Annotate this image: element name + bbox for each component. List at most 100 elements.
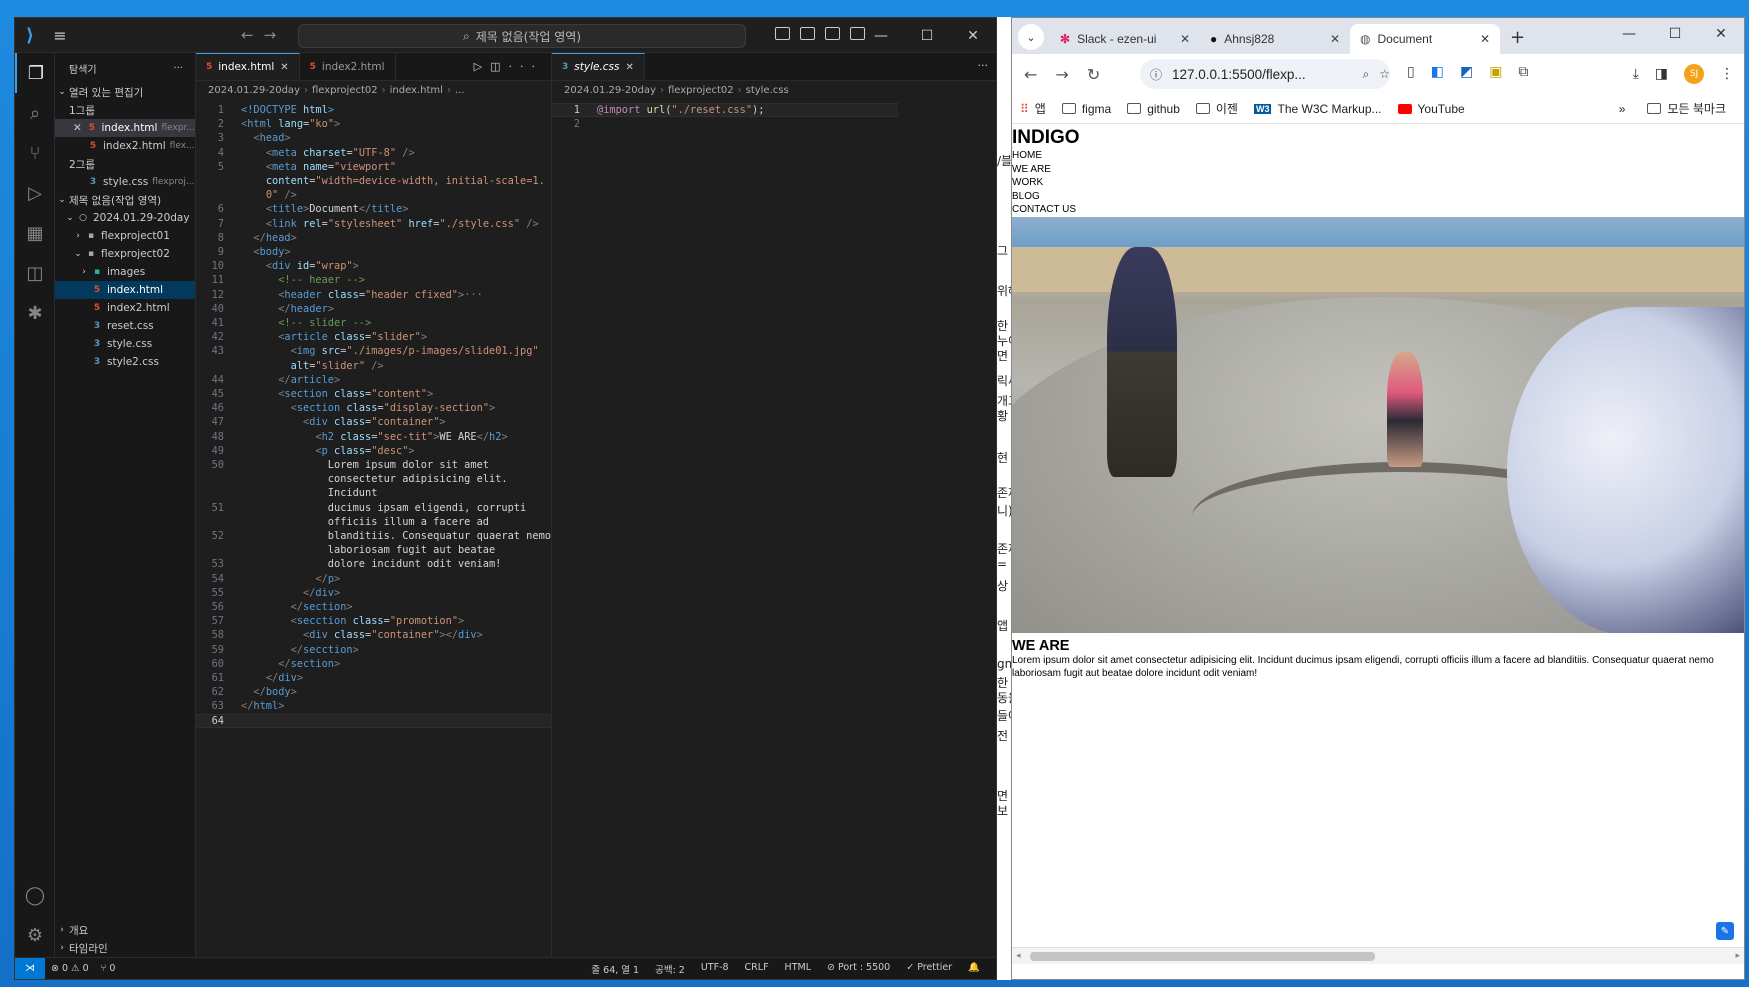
code-line[interactable]: <header class="header cfixed">··· [241,288,483,302]
code-line[interactable]: <section class="display-section"> [241,401,496,415]
tree-item[interactable]: 5 index.html [55,281,195,299]
code-line[interactable]: <section class="content"> [241,387,433,401]
bookmark-github[interactable]: github [1119,102,1188,116]
code-line[interactable]: alt="slider" /> [241,359,384,373]
bookmark-youtube[interactable]: YouTube [1390,102,1473,116]
address-bar[interactable]: ⓘ 127.0.0.1:5500/flexp... ⌕ ☆ [1140,59,1390,89]
code-line[interactable]: <seccti​on class="promotion"> [241,614,465,628]
nav-arrows[interactable]: ←→ [241,26,286,44]
tab-search-chevron-icon[interactable]: ⌄ [1018,24,1044,50]
code-line[interactable]: Incidunt [241,486,378,500]
bookmark-star-icon[interactable]: ☆ [1379,67,1390,81]
code-line[interactable]: 0" /> [241,188,297,202]
code-editor-html[interactable]: 1 <!DOCTYPE html> 2 <html lang="ko"> 3 <head… [196,99,551,799]
minimize-button[interactable]: — [1606,18,1652,50]
horizontal-scrollbar[interactable]: ◂ ▸ [1012,947,1744,964]
code-line[interactable]: consectetur adipisicing elit. [241,472,508,486]
breadcrumb-item[interactable]: index.html [390,85,443,96]
code-line[interactable]: <link rel="stylesheet" href="./style.css… [241,217,539,231]
code-line[interactable]: <title>Document</title> [241,202,409,216]
code-line[interactable]: officiis illum a facere ad [241,515,489,529]
nav-blog[interactable]: BLOG [1012,190,1744,204]
reload-icon[interactable]: ↻ [1087,65,1100,84]
back-arrow-icon[interactable]: ← [1024,65,1037,84]
language-mode[interactable]: HTML [779,962,817,976]
new-tab-plus-icon[interactable]: + [1500,27,1535,54]
close-icon[interactable]: ✕ [1330,32,1340,46]
tab-style-css[interactable]: 3 style.css ✕ [552,53,645,80]
code-line[interactable]: </header> [241,302,334,316]
code-line[interactable]: @import url("./reset.css"); [597,103,764,117]
open-editor-item[interactable]: 5 index2.html flex... [55,137,195,155]
tab-slack[interactable]: ✻ Slack - ezen-ui ✕ [1050,24,1200,54]
download-icon[interactable]: ⤓ [1633,66,1639,82]
code-line[interactable]: </section> [241,600,353,614]
side-panel-icon[interactable]: ◨ [1655,66,1668,82]
source-control-icon[interactable]: ⑂ [15,133,55,173]
close-icon[interactable]: ✕ [73,122,86,134]
open-editors-section[interactable]: ⌄ 열려 있는 편집기 [55,83,195,101]
more-actions-icon[interactable]: ··· [898,53,996,81]
avatar[interactable]: SJ [1684,64,1704,84]
minimize-button[interactable]: — [858,18,904,53]
toggle-secondary-sidebar-icon[interactable] [825,27,840,40]
menu-icon[interactable]: ≡ [45,26,75,45]
extensions-icon[interactable]: ▦ [15,213,55,253]
workspace-section[interactable]: ⌄ 제목 없음(작업 영역) [55,191,195,209]
tree-item[interactable]: 3 reset.css [55,317,195,335]
settings-gear-icon[interactable]: ⚙ [15,915,55,955]
code-line[interactable]: <!-- heaer --> [241,273,365,287]
timeline-section[interactable]: › 타임라인 [55,939,195,957]
close-button[interactable]: ✕ [1698,18,1744,50]
ports-indicator[interactable]: ⑂ 0 [95,963,122,974]
code-line[interactable]: <img src="./images/p-images/slide01.jpg" [241,344,539,358]
tab-index-html[interactable]: 5 index.html ✕ [196,53,300,80]
close-button[interactable]: ✕ [950,18,996,53]
code-line[interactable]: </head> [241,231,296,245]
remote-indicator-icon[interactable]: ⋊ [15,957,45,979]
code-line[interactable]: <h2 class="sec-tit">WE ARE</h2> [241,430,507,444]
tree-item[interactable]: 3 style.css [55,335,195,353]
extension-icon[interactable]: ▯ [1407,64,1415,80]
tree-item[interactable]: ⌄ ○ 2024.01.29-20day [55,209,195,227]
search-icon[interactable]: ⌕ [15,93,55,133]
code-line[interactable]: <body> [241,245,290,259]
code-line[interactable]: <article class="slider"> [241,330,427,344]
code-line[interactable]: ducimus ipsam eligendi, corrupti [241,501,526,515]
nav-work[interactable]: WORK [1012,176,1744,190]
nav-contact-us[interactable]: CONTACT US [1012,203,1744,217]
cursor-position[interactable]: 줄 64, 열 1 [585,962,645,976]
toggle-panel-icon[interactable] [800,27,815,40]
zoom-icon[interactable]: ⌕ [1363,67,1370,82]
account-icon[interactable]: ◯ [15,875,55,915]
code-line[interactable]: </body> [241,685,296,699]
explorer-icon[interactable]: ❐ [15,53,55,93]
code-line[interactable]: <div class="container"></div> [241,628,483,642]
code-line[interactable]: blanditiis. Consequatur quaerat nemo [241,529,551,543]
code-line[interactable]: </p> [241,572,340,586]
code-line[interactable]: <!-- slider --> [241,316,371,330]
indentation[interactable]: 공백: 2 [649,962,691,976]
bookmark-figma[interactable]: figma [1054,102,1119,116]
breadcrumb-item[interactable]: ... [455,85,465,96]
live-server-port[interactable]: ⊘ Port : 5500 [821,962,896,976]
site-logo[interactable]: INDIGO [1012,126,1744,149]
command-center-search[interactable]: ⌕ 제목 없음(작업 영역) [298,24,746,48]
bookmark-w3c[interactable]: W3 The W3C Markup... [1246,102,1390,116]
code-line[interactable]: <p class="desc"> [241,444,414,458]
nav-home[interactable]: HOME [1012,149,1744,163]
code-line[interactable]: </div> [241,671,303,685]
code-line[interactable]: </html> [241,699,284,713]
edit-pen-icon[interactable]: ✎ [1716,922,1734,940]
code-line[interactable]: content="width=device-width, initial-sca… [241,174,545,188]
code-line[interactable]: <meta charset="UTF-8" /> [241,146,415,160]
close-icon[interactable]: ✕ [1480,32,1490,46]
code-line[interactable]: <!DOCTYPE html> [241,103,334,117]
nav-we-are[interactable]: WE ARE [1012,163,1744,177]
code-line[interactable]: dolore incidunt odit veniam! [241,557,502,571]
code-line[interactable]: </article> [241,373,340,387]
remote-explorer-icon[interactable]: ◫ [15,253,55,293]
problems-indicator[interactable]: ⊗ 0 ⚠ 0 [45,963,95,974]
close-icon[interactable]: ✕ [280,62,288,73]
code-line[interactable]: </section> [241,657,340,671]
